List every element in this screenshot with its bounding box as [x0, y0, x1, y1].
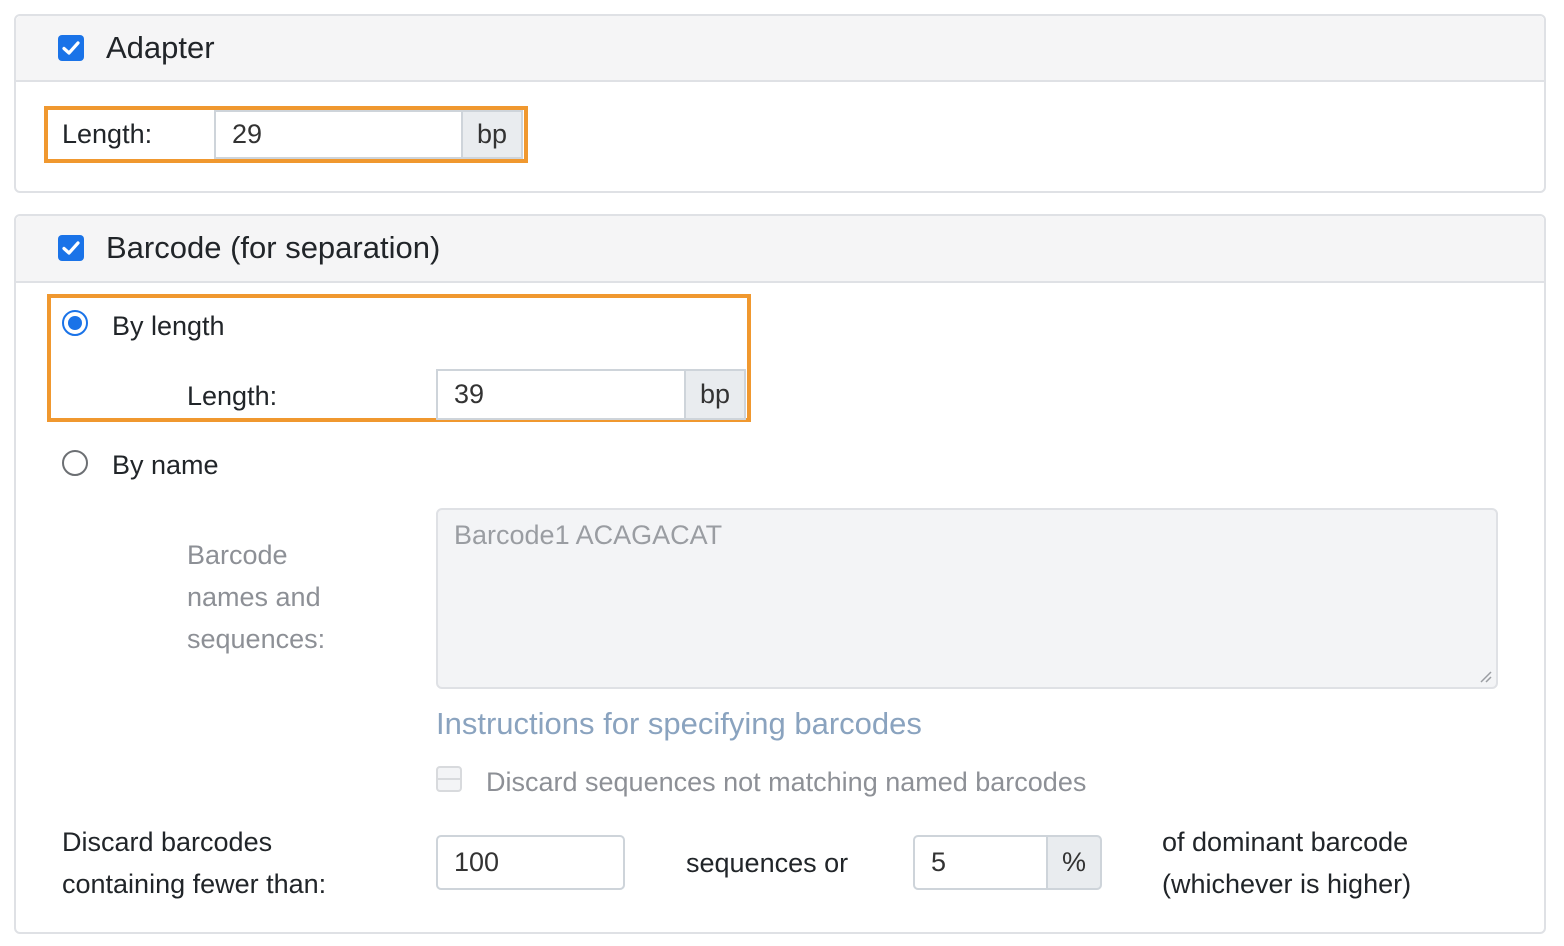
by-length-radio[interactable]: [62, 310, 88, 336]
adapter-checkbox[interactable]: [58, 35, 84, 61]
discard-label: Discard barcodes containing fewer than:: [62, 821, 326, 905]
check-icon: [62, 241, 80, 255]
adapter-length-unit: bp: [461, 110, 523, 159]
barcode-instructions-link[interactable]: Instructions for specifying barcodes: [436, 706, 922, 742]
sequences-or-label: sequences or: [686, 848, 849, 878]
discard-label-line2: containing fewer than:: [62, 869, 327, 899]
barcode-panel-header: Barcode (for separation): [16, 216, 1544, 283]
resize-handle-icon: [1480, 671, 1492, 683]
discard-suffix-line2: (whichever is higher): [1162, 869, 1412, 899]
discard-percent-input[interactable]: 5: [913, 835, 1048, 890]
by-name-radio[interactable]: [62, 450, 88, 476]
barcode-names-label-line3: sequences:: [187, 624, 326, 654]
check-icon: [62, 41, 80, 55]
barcode-length-input[interactable]: 39: [436, 369, 686, 420]
discard-suffix: of dominant barcode (whichever is higher…: [1162, 821, 1411, 905]
discard-suffix-line1: of dominant barcode: [1162, 827, 1409, 857]
adapter-panel: Adapter: [14, 14, 1546, 193]
discard-unmatched-label: Discard sequences not matching named bar…: [486, 767, 1087, 797]
barcode-length-label: Length:: [187, 381, 278, 411]
barcode-checkbox[interactable]: [58, 235, 84, 261]
by-name-label[interactable]: By name: [112, 444, 219, 486]
barcode-names-textarea: Barcode1 ACAGACAT: [436, 508, 1498, 689]
barcode-title: Barcode (for separation): [106, 230, 441, 265]
barcode-names-label-line2: names and: [187, 582, 321, 612]
barcode-length-unit: bp: [684, 369, 746, 420]
discard-unmatched-checkbox: [436, 766, 462, 792]
barcode-names-label-line1: Barcode: [187, 540, 288, 570]
adapter-panel-header: Adapter: [16, 16, 1544, 82]
adapter-title: Adapter: [106, 30, 215, 65]
adapter-length-input[interactable]: 29: [214, 110, 463, 159]
by-length-label[interactable]: By length: [112, 305, 225, 347]
adapter-length-label: Length:: [62, 119, 153, 149]
discard-percent-unit: %: [1046, 835, 1102, 890]
discard-sequences-input[interactable]: 100: [436, 835, 625, 890]
barcode-names-label: Barcode names and sequences:: [187, 534, 325, 660]
barcode-names-placeholder: Barcode1 ACAGACAT: [454, 520, 723, 550]
discard-label-line1: Discard barcodes: [62, 827, 273, 857]
